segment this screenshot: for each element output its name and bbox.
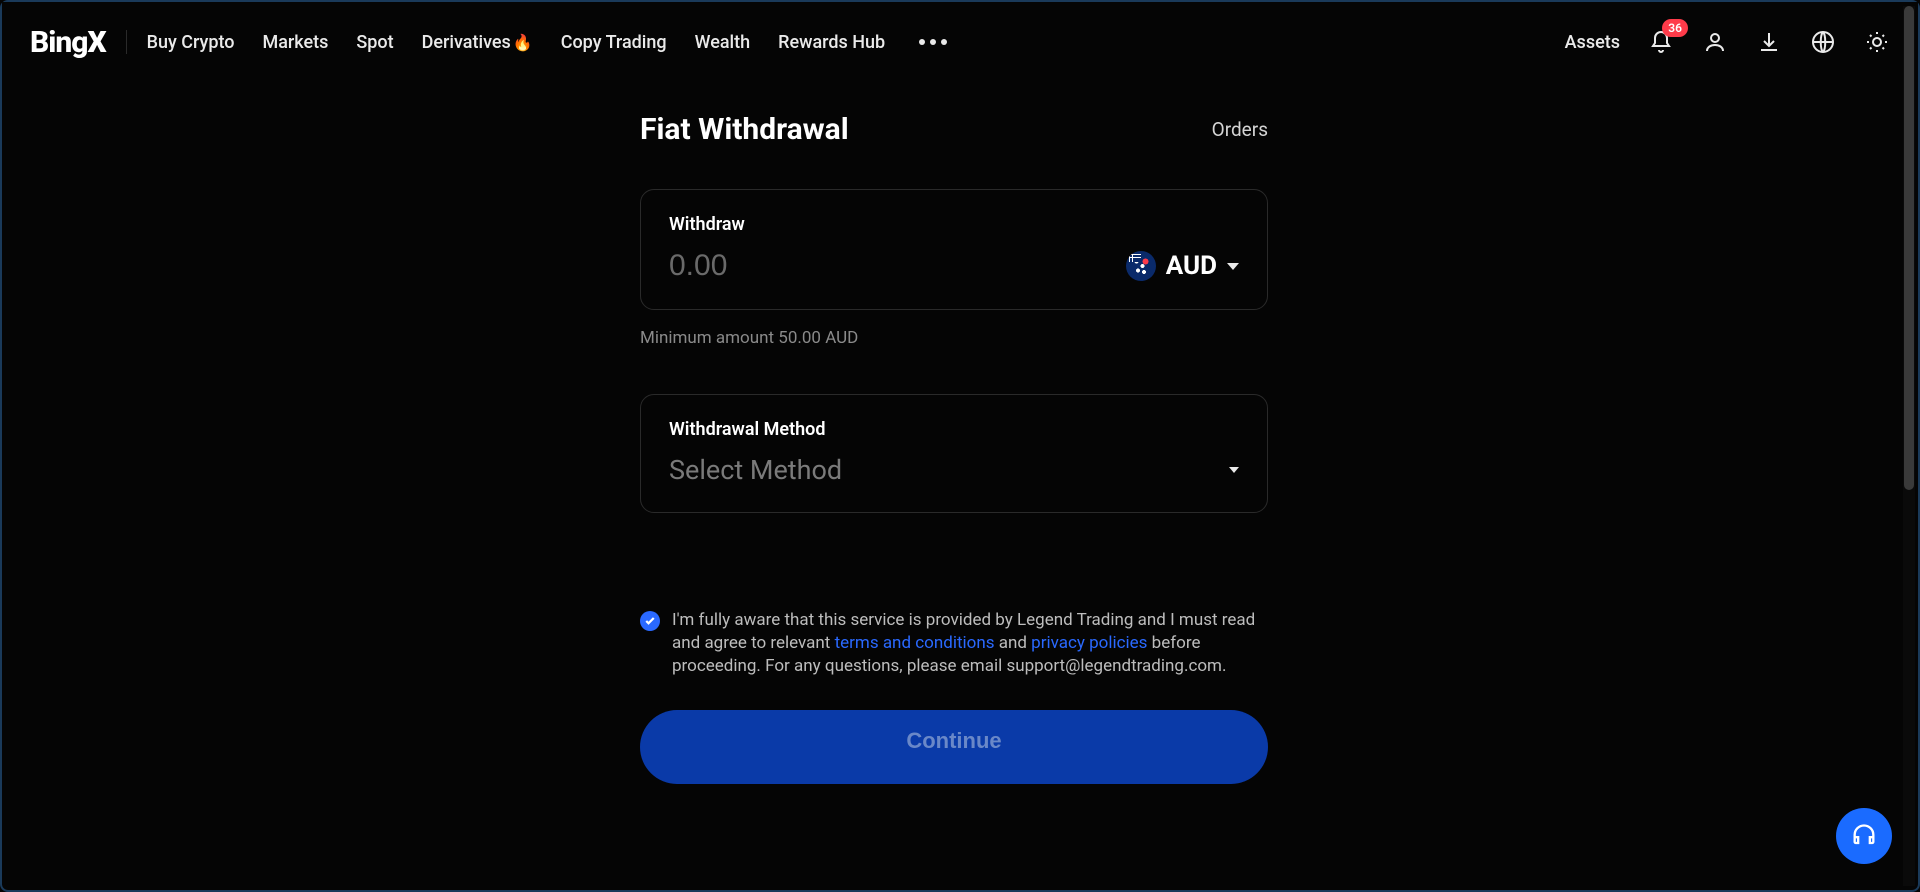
download-icon[interactable] <box>1756 29 1782 55</box>
logo-x: X <box>87 25 105 60</box>
globe-icon[interactable] <box>1810 29 1836 55</box>
nav-derivatives[interactable]: Derivatives <box>422 32 533 53</box>
nav-rewards-hub[interactable]: Rewards Hub <box>778 32 885 53</box>
agreement-and: and <box>995 633 1032 653</box>
assets-link[interactable]: Assets <box>1565 32 1620 53</box>
main-nav: Buy Crypto Markets Spot Derivatives Copy… <box>147 32 954 53</box>
agreement-row: I'm fully aware that this service is pro… <box>640 609 1268 678</box>
terms-link[interactable]: terms and conditions <box>835 633 995 653</box>
continue-button[interactable]: Continue <box>640 710 1268 784</box>
page-title: Fiat Withdrawal <box>640 112 849 147</box>
nav-wealth[interactable]: Wealth <box>695 32 751 53</box>
header-right: Assets 36 <box>1565 29 1890 55</box>
amount-input[interactable] <box>669 249 1126 283</box>
method-card: Withdrawal Method Select Method <box>640 394 1268 513</box>
flag-aud-icon <box>1126 251 1156 281</box>
minimum-hint: Minimum amount 50.00 AUD <box>640 328 1280 348</box>
notification-badge: 36 <box>1662 19 1688 37</box>
withdraw-label: Withdraw <box>669 214 1239 235</box>
chevron-down-icon <box>1229 467 1239 473</box>
nav-buy-crypto[interactable]: Buy Crypto <box>147 32 235 53</box>
currency-selector[interactable]: AUD <box>1126 251 1239 281</box>
notifications-icon[interactable]: 36 <box>1648 29 1674 55</box>
chevron-down-icon <box>1227 263 1239 270</box>
scrollbar-thumb[interactable] <box>1904 6 1914 490</box>
headset-icon <box>1850 822 1878 850</box>
support-fab[interactable] <box>1836 808 1892 864</box>
agreement-checkbox[interactable] <box>640 611 660 631</box>
agreement-text: I'm fully aware that this service is pro… <box>672 609 1268 678</box>
withdraw-card: Withdraw AUD <box>640 189 1268 310</box>
method-placeholder: Select Method <box>669 454 842 486</box>
currency-code: AUD <box>1166 251 1217 281</box>
nav-markets[interactable]: Markets <box>262 32 328 53</box>
theme-toggle-icon[interactable] <box>1864 29 1890 55</box>
method-label: Withdrawal Method <box>669 419 1239 440</box>
title-row: Fiat Withdrawal Orders <box>640 112 1268 147</box>
user-icon[interactable] <box>1702 29 1728 55</box>
logo-text: Bing <box>30 25 87 60</box>
nav-more-icon[interactable] <box>913 33 953 51</box>
method-selector[interactable]: Select Method <box>669 454 1239 486</box>
scrollbar[interactable] <box>1903 6 1915 886</box>
orders-link[interactable]: Orders <box>1212 118 1268 141</box>
divider <box>126 30 127 54</box>
nav-copy-trading[interactable]: Copy Trading <box>561 32 667 53</box>
logo[interactable]: BingX <box>30 25 106 60</box>
top-nav: BingX Buy Crypto Markets Spot Derivative… <box>2 2 1918 82</box>
amount-row: AUD <box>669 249 1239 283</box>
main-content: Fiat Withdrawal Orders Withdraw AUD Mini… <box>640 112 1280 784</box>
nav-spot[interactable]: Spot <box>356 32 393 53</box>
privacy-link[interactable]: privacy policies <box>1031 633 1147 653</box>
